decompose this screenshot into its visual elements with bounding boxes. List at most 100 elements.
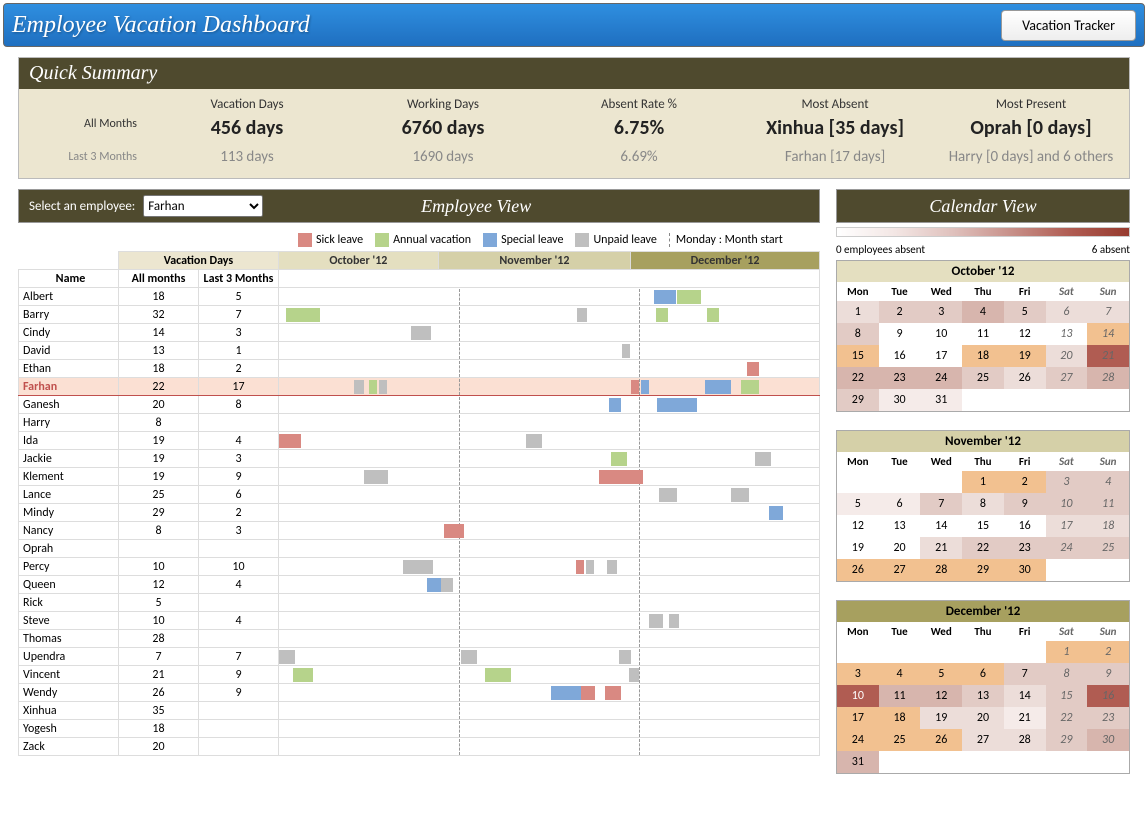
calendar-day[interactable]: 30 [879, 389, 921, 411]
table-row[interactable]: Barry 32 7 [19, 306, 820, 324]
table-row[interactable]: Mindy 29 2 [19, 504, 820, 522]
calendar-day[interactable]: 11 [962, 323, 1004, 345]
calendar-day[interactable]: 28 [1004, 729, 1046, 751]
calendar-day[interactable]: 9 [1087, 663, 1129, 685]
calendar-day[interactable]: 16 [879, 345, 921, 367]
calendar-day[interactable]: 17 [837, 707, 879, 729]
calendar-day[interactable]: 1 [1046, 641, 1088, 663]
calendar-day[interactable]: 17 [920, 345, 962, 367]
calendar-day[interactable]: 28 [1087, 367, 1129, 389]
table-row[interactable]: Xinhua 35 [19, 702, 820, 720]
calendar-day[interactable]: 16 [1087, 685, 1129, 707]
calendar-day[interactable]: 2 [1087, 641, 1129, 663]
table-row[interactable]: Percy 10 10 [19, 558, 820, 576]
calendar-day[interactable]: 12 [837, 515, 879, 537]
table-row[interactable]: Lance 25 6 [19, 486, 820, 504]
calendar-day[interactable]: 17 [1046, 515, 1088, 537]
table-row[interactable]: Ida 19 4 [19, 432, 820, 450]
calendar-day[interactable]: 29 [1046, 729, 1088, 751]
calendar-day[interactable]: 25 [1087, 537, 1129, 559]
table-row[interactable]: Nancy 8 3 [19, 522, 820, 540]
calendar-day[interactable]: 1 [962, 471, 1004, 493]
calendar-day[interactable]: 7 [1004, 663, 1046, 685]
calendar-day[interactable]: 20 [1046, 345, 1088, 367]
calendar-day[interactable]: 21 [1004, 707, 1046, 729]
table-row[interactable]: David 13 1 [19, 342, 820, 360]
calendar-day[interactable]: 18 [1087, 515, 1129, 537]
calendar-day[interactable]: 29 [837, 389, 879, 411]
calendar-day[interactable]: 23 [879, 367, 921, 389]
calendar-day[interactable]: 19 [837, 537, 879, 559]
calendar-day[interactable]: 21 [1087, 345, 1129, 367]
calendar-day[interactable]: 3 [920, 301, 962, 323]
calendar-day[interactable]: 2 [1004, 471, 1046, 493]
calendar-day[interactable]: 25 [879, 729, 921, 751]
calendar-day[interactable]: 22 [1046, 707, 1088, 729]
calendar-day[interactable]: 18 [879, 707, 921, 729]
calendar-day[interactable]: 11 [1087, 493, 1129, 515]
calendar-day[interactable]: 10 [837, 685, 879, 707]
calendar-day[interactable]: 3 [837, 663, 879, 685]
table-row[interactable]: Steve 10 4 [19, 612, 820, 630]
calendar-day[interactable]: 12 [920, 685, 962, 707]
calendar-day[interactable]: 3 [1046, 471, 1088, 493]
calendar-day[interactable]: 26 [837, 559, 879, 581]
calendar-day[interactable]: 31 [920, 389, 962, 411]
calendar-day[interactable]: 14 [1087, 323, 1129, 345]
calendar-day[interactable]: 19 [1004, 345, 1046, 367]
calendar-day[interactable]: 30 [1087, 729, 1129, 751]
table-row[interactable]: Queen 12 4 [19, 576, 820, 594]
vacation-tracker-button[interactable]: Vacation Tracker [1001, 10, 1136, 41]
calendar-day[interactable]: 14 [920, 515, 962, 537]
calendar-day[interactable]: 24 [837, 729, 879, 751]
table-row[interactable]: Yogesh 18 [19, 720, 820, 738]
calendar-day[interactable]: 5 [1004, 301, 1046, 323]
table-row[interactable]: Upendra 7 7 [19, 648, 820, 666]
calendar-day[interactable]: 1 [837, 301, 879, 323]
calendar-day[interactable]: 15 [962, 515, 1004, 537]
calendar-day[interactable]: 12 [1004, 323, 1046, 345]
calendar-day[interactable]: 25 [962, 367, 1004, 389]
calendar-day[interactable]: 15 [837, 345, 879, 367]
calendar-day[interactable]: 4 [1087, 471, 1129, 493]
calendar-day[interactable]: 4 [962, 301, 1004, 323]
calendar-day[interactable]: 30 [1004, 559, 1046, 581]
calendar-day[interactable]: 5 [920, 663, 962, 685]
calendar-day[interactable]: 27 [1046, 367, 1088, 389]
calendar-day[interactable]: 7 [1087, 301, 1129, 323]
table-row[interactable]: Zack 20 [19, 738, 820, 756]
table-row[interactable]: Wendy 26 9 [19, 684, 820, 702]
calendar-day[interactable]: 10 [1046, 493, 1088, 515]
calendar-day[interactable]: 13 [1046, 323, 1088, 345]
calendar-day[interactable]: 20 [879, 537, 921, 559]
calendar-day[interactable]: 9 [1004, 493, 1046, 515]
calendar-day[interactable]: 27 [879, 559, 921, 581]
table-row[interactable]: Oprah [19, 540, 820, 558]
table-row[interactable]: Cindy 14 3 [19, 324, 820, 342]
calendar-day[interactable]: 23 [1087, 707, 1129, 729]
calendar-day[interactable]: 14 [1004, 685, 1046, 707]
calendar-day[interactable]: 22 [962, 537, 1004, 559]
table-row[interactable]: Ethan 18 2 [19, 360, 820, 378]
calendar-day[interactable]: 4 [879, 663, 921, 685]
calendar-day[interactable]: 15 [1046, 685, 1088, 707]
calendar-day[interactable]: 13 [879, 515, 921, 537]
calendar-day[interactable]: 2 [879, 301, 921, 323]
calendar-day[interactable]: 13 [962, 685, 1004, 707]
calendar-day[interactable]: 23 [1004, 537, 1046, 559]
calendar-day[interactable]: 22 [837, 367, 879, 389]
calendar-day[interactable]: 5 [837, 493, 879, 515]
calendar-day[interactable]: 8 [962, 493, 1004, 515]
calendar-day[interactable]: 26 [1004, 367, 1046, 389]
table-row[interactable]: Ganesh 20 8 [19, 396, 820, 414]
calendar-day[interactable]: 9 [879, 323, 921, 345]
table-row[interactable]: Thomas 28 [19, 630, 820, 648]
calendar-day[interactable]: 29 [962, 559, 1004, 581]
calendar-day[interactable]: 19 [920, 707, 962, 729]
calendar-day[interactable]: 26 [920, 729, 962, 751]
table-row[interactable]: Klement 19 9 [19, 468, 820, 486]
calendar-day[interactable]: 24 [1046, 537, 1088, 559]
calendar-day[interactable]: 18 [962, 345, 1004, 367]
calendar-day[interactable]: 7 [920, 493, 962, 515]
calendar-day[interactable]: 21 [920, 537, 962, 559]
